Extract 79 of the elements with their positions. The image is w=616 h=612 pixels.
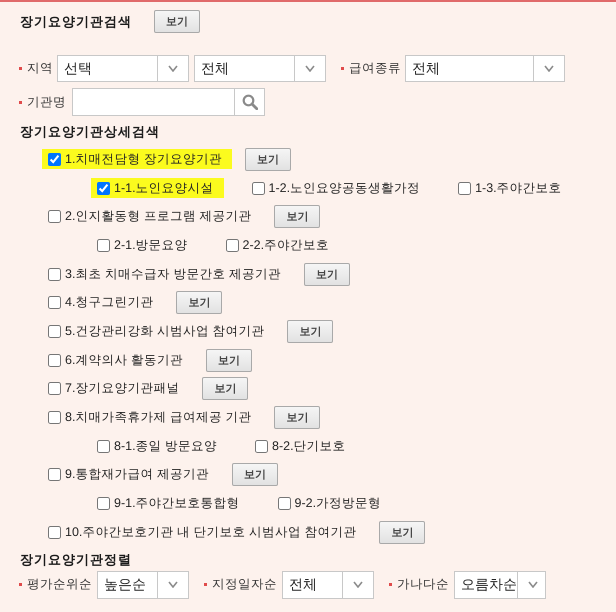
chevron-down-icon xyxy=(528,581,538,588)
view-button[interactable]: 보기 xyxy=(379,520,426,544)
option-label[interactable]: 2-2.주야간보호 xyxy=(242,236,330,254)
option-label[interactable]: 1-2.노인요양공동생활가정 xyxy=(268,180,420,197)
section-title: 장기요양기관정렬 xyxy=(20,552,132,568)
view-button[interactable]: 보기 xyxy=(176,291,222,314)
dropdown[interactable]: 선택 xyxy=(57,55,189,82)
checkbox[interactable] xyxy=(48,382,61,396)
checkbox[interactable] xyxy=(48,152,61,166)
filter-label: 지역 xyxy=(27,60,53,77)
sort-label: 평가순위순 xyxy=(27,576,92,594)
search-button[interactable] xyxy=(235,88,265,116)
dropdown[interactable]: 전체 xyxy=(282,570,374,599)
view-button[interactable]: 보기 xyxy=(202,377,248,400)
checkbox[interactable] xyxy=(97,182,110,195)
option-label[interactable]: 1.치매전담형 장기요양기관 xyxy=(65,150,222,168)
bullet-icon xyxy=(19,583,22,586)
sort-label: 가나다순 xyxy=(397,576,449,594)
search-icon xyxy=(242,94,258,110)
checkbox[interactable] xyxy=(48,526,61,539)
view-button[interactable]: 보기 xyxy=(304,262,350,286)
filter-label: 기관명 xyxy=(27,94,66,110)
bullet-icon xyxy=(341,67,344,70)
bullet-icon xyxy=(19,100,22,104)
section-title: 장기요양기관검색 xyxy=(20,12,132,30)
chevron-down-icon xyxy=(168,65,178,72)
checkbox[interactable] xyxy=(48,354,61,367)
option-label[interactable]: 10.주야간보호기관 내 단기보호 시범사업 참여기관 xyxy=(65,524,356,541)
checkbox[interactable] xyxy=(48,268,61,281)
dropdown[interactable]: 높은순 xyxy=(97,570,189,599)
dropdown[interactable]: 전체 xyxy=(405,55,565,82)
chevron-down-icon xyxy=(168,581,178,588)
checkbox[interactable] xyxy=(97,497,110,510)
view-button[interactable]: 보기 xyxy=(232,463,278,486)
bullet-icon xyxy=(19,67,22,70)
sort-label: 지정일자순 xyxy=(212,576,277,594)
checkbox[interactable] xyxy=(48,468,61,482)
view-button[interactable]: 보기 xyxy=(287,320,334,343)
chevron-down-icon xyxy=(305,65,315,72)
option-label[interactable]: 7.장기요양기관패널 xyxy=(65,380,180,398)
chevron-down-icon xyxy=(544,65,554,72)
filter-label: 급여종류 xyxy=(349,60,401,77)
option-label[interactable]: 2.인지활동형 프로그램 제공기관 xyxy=(65,208,252,226)
checkbox[interactable] xyxy=(48,324,61,338)
option-label[interactable]: 2-1.방문요양 xyxy=(114,236,188,254)
chevron-down-icon xyxy=(353,581,363,588)
option-label[interactable]: 8-1.종일 방문요양 xyxy=(114,438,218,455)
checkbox[interactable] xyxy=(97,238,110,252)
name-input-field[interactable] xyxy=(72,88,235,116)
option-label[interactable]: 3.최초 치매수급자 방문간호 제공기관 xyxy=(65,266,281,283)
option-label[interactable]: 1-1.노인요양시설 xyxy=(114,180,214,197)
dropdown[interactable]: 오름차순 xyxy=(454,570,546,599)
option-label[interactable]: 4.청구그린기관 xyxy=(65,294,154,312)
view-button[interactable]: 보기 xyxy=(274,406,320,430)
option-label[interactable]: 8-2.단기보호 xyxy=(272,438,346,455)
checkbox[interactable] xyxy=(226,238,239,252)
bullet-icon xyxy=(389,583,392,586)
checkbox[interactable] xyxy=(48,210,61,224)
section-title: 장기요양기관상세검색 xyxy=(20,124,160,140)
option-label[interactable]: 9.통합재가급여 제공기관 xyxy=(65,466,209,484)
view-button[interactable]: 보기 xyxy=(244,148,291,171)
bullet-icon xyxy=(204,583,207,586)
checkbox[interactable] xyxy=(252,182,265,195)
view-button[interactable]: 보기 xyxy=(206,348,252,372)
view-button[interactable]: 보기 xyxy=(274,205,320,228)
checkbox[interactable] xyxy=(48,411,61,424)
option-label[interactable]: 9-1.주야간보호통합형 xyxy=(114,495,240,512)
option-label[interactable]: 8.치매가족휴가제 급여제공 기관 xyxy=(65,409,252,426)
checkbox[interactable] xyxy=(255,440,268,453)
option-label[interactable]: 1-3.주야간보호 xyxy=(475,180,562,197)
checkbox[interactable] xyxy=(48,296,61,310)
checkbox[interactable] xyxy=(278,497,291,510)
view-button[interactable]: 보기 xyxy=(154,10,200,33)
checkbox[interactable] xyxy=(97,440,110,453)
option-label[interactable]: 9-2.가정방문형 xyxy=(294,495,382,512)
dropdown[interactable]: 전체 xyxy=(194,55,326,82)
option-label[interactable]: 6.계약의사 활동기관 xyxy=(65,352,183,369)
checkbox[interactable] xyxy=(458,182,472,195)
option-label[interactable]: 5.건강관리강화 시범사업 참여기관 xyxy=(65,322,264,340)
